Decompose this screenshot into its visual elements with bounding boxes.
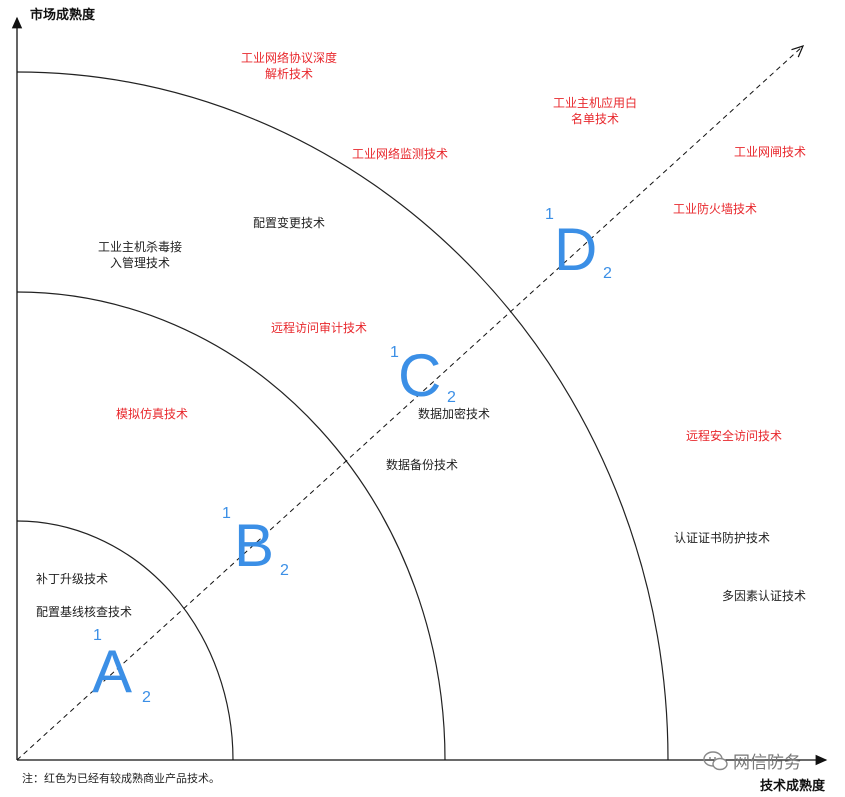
- tech-label: 工业网闸技术: [733, 145, 806, 159]
- zone-c-subscript: 2: [447, 389, 456, 406]
- zone-d-subscript: 2: [603, 265, 612, 282]
- zone-d-letter: D: [554, 216, 598, 283]
- x-axis-title: 技术成熟度: [760, 779, 826, 794]
- tech-label: 补丁升级技术: [35, 572, 108, 586]
- tech-label: 数据加密技术: [417, 407, 490, 421]
- tech-label: 工业主机应用白 名单技术: [552, 96, 637, 126]
- zone-b-letter: B: [234, 512, 275, 579]
- tech-label: 远程安全访问技术: [685, 429, 782, 443]
- tech-label: 模拟仿真技术: [115, 407, 188, 421]
- tech-label: 配置基线核查技术: [35, 605, 132, 619]
- tech-label: 工业防火墙技术: [672, 202, 757, 216]
- wechat-icon: [703, 750, 728, 770]
- zone-c-letter: C: [398, 342, 442, 409]
- y-axis-title: 市场成熟度: [30, 8, 96, 23]
- tech-label: 工业主机杀毒接 入管理技术: [97, 240, 182, 270]
- tech-label: 远程访问审计技术: [270, 321, 367, 335]
- zone-d-superscript: 1: [545, 206, 554, 223]
- arc-b-boundary: [16, 291, 446, 761]
- watermark-text: 网信防务: [733, 753, 801, 773]
- tech-label: 配置变更技术: [252, 216, 325, 230]
- tech-label: 工业网络监测技术: [351, 147, 448, 161]
- tech-label: 数据备份技术: [385, 458, 458, 472]
- tech-label: 工业网络协议深度 解析技术: [240, 51, 337, 81]
- watermark: 网信防务: [703, 748, 801, 773]
- tech-label: 多因素认证技术: [721, 589, 806, 603]
- zone-b-superscript: 1: [222, 505, 231, 522]
- tech-label: 认证证书防护技术: [673, 531, 770, 545]
- zone-b-subscript: 2: [280, 562, 289, 579]
- zone-a-letter: A: [92, 638, 133, 705]
- zone-a-subscript: 2: [142, 689, 151, 706]
- footnote: 注：红色为已经有较成熟商业产品技术。: [22, 772, 220, 785]
